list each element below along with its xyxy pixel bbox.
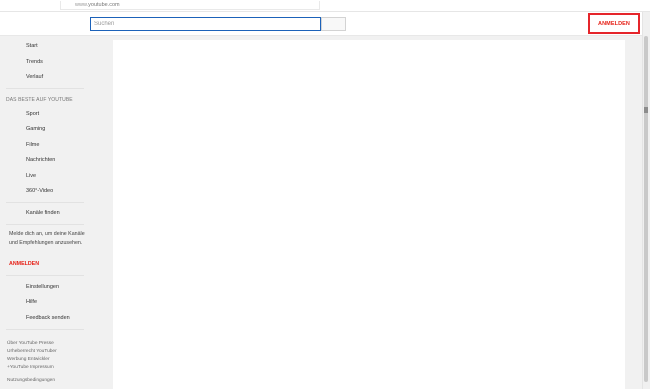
masthead: ANMELDEN <box>0 12 644 36</box>
sidebar-item-360-video[interactable]: 360°-Video <box>26 188 53 194</box>
signin-button[interactable]: ANMELDEN <box>598 21 630 27</box>
sidebar-divider <box>6 329 84 330</box>
sidebar-item-movies[interactable]: Filme <box>26 142 39 148</box>
sidebar-item-trends[interactable]: Trends <box>26 59 43 65</box>
sidebar-item-live[interactable]: Live <box>26 173 36 179</box>
sidebar-item-history[interactable]: Verlauf <box>26 74 43 80</box>
sidebar-item-help[interactable]: Hilfe <box>26 299 37 305</box>
footer-links[interactable]: Über YouTube Presse Urheberrecht YouTube… <box>7 340 87 372</box>
sidebar-divider <box>6 202 84 203</box>
sidebar-signin-link[interactable]: ANMELDEN <box>9 261 39 267</box>
main-content <box>113 40 625 389</box>
signin-promo-text: Melde dich an, um deine Kanäle und Empfe… <box>9 231 85 246</box>
search-button[interactable] <box>321 17 346 31</box>
sidebar-item-gaming[interactable]: Gaming <box>26 126 45 132</box>
sidebar-item-find-channels[interactable]: Kanäle finden <box>26 210 60 216</box>
sidebar-item-feedback[interactable]: Feedback senden <box>26 315 70 321</box>
scrollbar-grip-icon <box>644 107 648 113</box>
sidebar-item-sport[interactable]: Sport <box>26 111 39 117</box>
guide-sidebar: Start Trends Verlauf DAS BESTE AUF YOUTU… <box>0 37 90 389</box>
sidebar-divider <box>6 275 84 276</box>
url-host: youtube.com <box>88 2 120 8</box>
url-scheme: www. <box>75 2 89 8</box>
scrollbar-thumb[interactable] <box>644 36 648 382</box>
section-title-best: DAS BESTE AUF YOUTUBE <box>6 97 73 103</box>
sidebar-item-settings[interactable]: Einstellungen <box>26 284 59 290</box>
browser-address-bar: www.youtube.com <box>0 0 650 12</box>
search-input[interactable] <box>90 17 321 31</box>
footer-legal-link[interactable]: Nutzungsbedingungen <box>7 377 87 385</box>
sidebar-item-start[interactable]: Start <box>26 43 38 49</box>
signin-highlight: ANMELDEN <box>588 13 640 34</box>
sidebar-item-news[interactable]: Nachrichten <box>26 157 55 163</box>
sidebar-divider <box>6 224 84 225</box>
url-field[interactable]: www.youtube.com <box>60 1 320 10</box>
sidebar-divider <box>6 88 84 89</box>
